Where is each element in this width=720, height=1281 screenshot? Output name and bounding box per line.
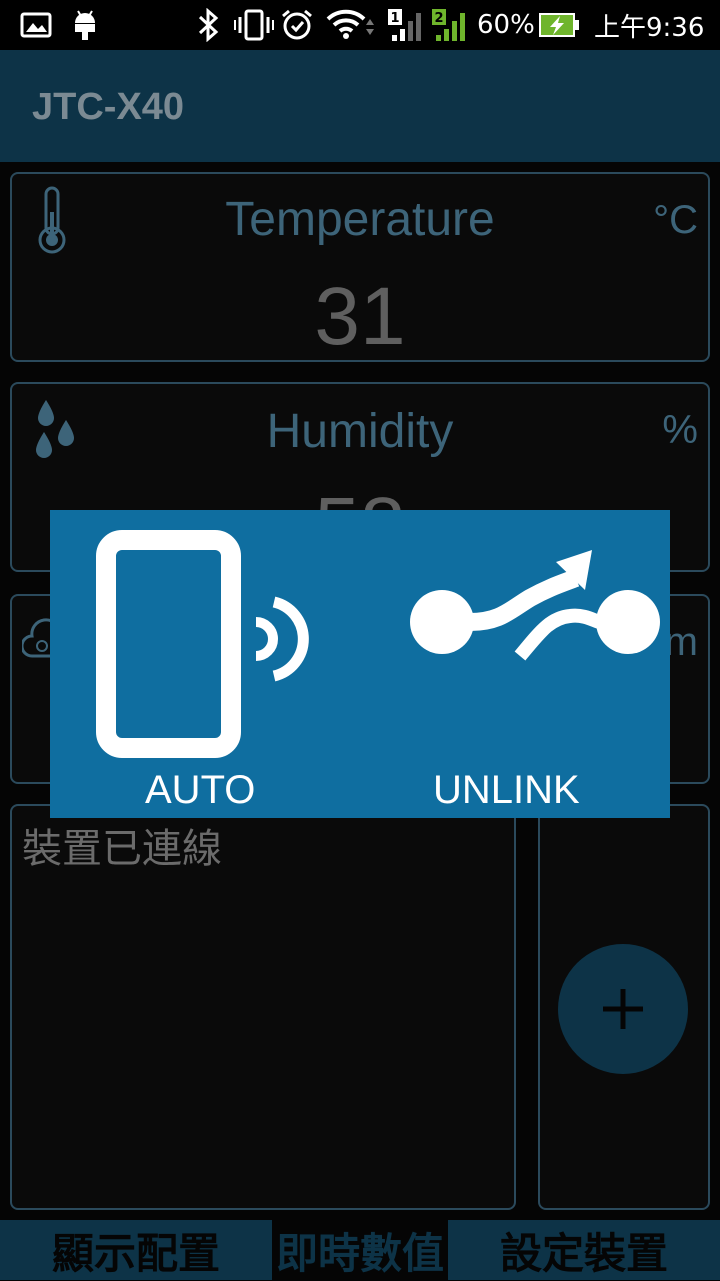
unlink-icon bbox=[410, 550, 660, 661]
phone-signal-icon bbox=[96, 530, 309, 758]
auto-label: AUTO bbox=[145, 768, 256, 812]
tab-realtime-values[interactable]: 即時數值 bbox=[272, 1220, 448, 1280]
signal-icon-sim1: 1 bbox=[388, 0, 428, 50]
connection-popup: AUTO UNLINK bbox=[50, 510, 670, 818]
plus-icon bbox=[603, 989, 643, 1029]
add-button[interactable] bbox=[558, 944, 688, 1074]
sim2-label: 2 bbox=[434, 11, 443, 26]
humidity-unit: % bbox=[662, 408, 698, 452]
temperature-value: 31 bbox=[314, 271, 406, 362]
bottom-tab-bar: 顯示配置 即時數值 設定裝置 bbox=[0, 1220, 720, 1280]
temperature-label: Temperature bbox=[225, 193, 495, 246]
bluetooth-icon bbox=[196, 0, 220, 50]
signal-icon-sim2: 2 bbox=[432, 0, 472, 50]
humidity-label: Humidity bbox=[266, 405, 454, 458]
tab-device-settings[interactable]: 設定裝置 bbox=[448, 1220, 720, 1280]
battery-charging-icon bbox=[538, 0, 580, 50]
app-title: JTC-X40 bbox=[32, 86, 185, 128]
unlink-label: UNLINK bbox=[433, 768, 580, 812]
temperature-card[interactable]: Temperature °C 31 bbox=[10, 172, 710, 362]
android-icon bbox=[72, 0, 98, 50]
device-status-text: 裝置已連線 bbox=[22, 826, 222, 872]
device-status-panel: 裝置已連線 bbox=[10, 804, 516, 1210]
battery-percent: 60% bbox=[477, 10, 535, 40]
status-bar: 1 2 60% 上午9:36 bbox=[0, 0, 720, 50]
vibrate-icon bbox=[234, 0, 274, 50]
unlink-button[interactable]: UNLINK bbox=[360, 510, 670, 818]
gallery-icon bbox=[20, 0, 52, 50]
sim1-label: 1 bbox=[390, 11, 399, 26]
clock-time: 上午9:36 bbox=[594, 12, 705, 43]
tab-display-config[interactable]: 顯示配置 bbox=[0, 1220, 272, 1280]
wifi-icon bbox=[326, 0, 376, 50]
auto-button[interactable]: AUTO bbox=[50, 510, 350, 818]
alarm-icon bbox=[280, 0, 314, 50]
temperature-unit: °C bbox=[653, 198, 698, 242]
